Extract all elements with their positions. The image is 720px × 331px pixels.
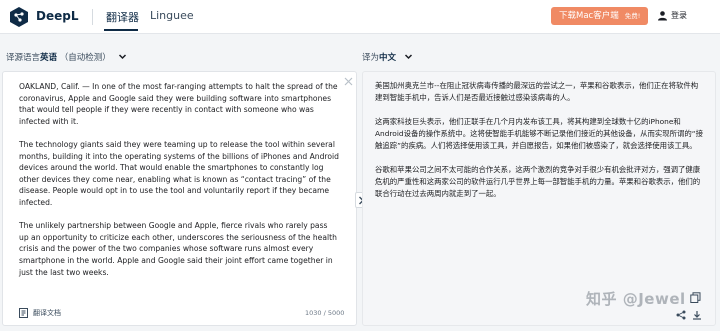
source-textarea[interactable]: OAKLAND, Calif. — In one of the most far… — [19, 81, 339, 290]
active-tab-indicator — [104, 29, 138, 31]
download-mac-button[interactable]: 下载Mac客户端 免费! — [551, 7, 648, 25]
source-prefix: 译源语言 — [6, 53, 41, 63]
source-paragraph: The unlikely partnership between Google … — [19, 221, 337, 277]
target-paragraph: 谷歌和苹果公司之间不太可能的合作关系，这两个激烈的竞争对手很少有机会批评对方，强… — [375, 165, 701, 198]
download-button-label: 下载Mac客户端 — [559, 11, 619, 21]
clear-text-icon[interactable] — [344, 77, 353, 86]
source-language-selector[interactable]: 译源语言英语 （自动检测） — [6, 51, 127, 63]
brand-name[interactable]: DeepL — [36, 9, 78, 23]
source-language: 英语 — [40, 53, 58, 63]
watermark: 知乎 @Jewel — [586, 290, 686, 308]
character-counter: 1030 / 5000 — [305, 309, 345, 317]
top-bar: DeepL 翻译器 Linguee 下载Mac客户端 免费! 登录 — [0, 0, 720, 34]
deepl-logo-icon[interactable] — [8, 6, 30, 28]
target-language: 中文 — [379, 53, 397, 63]
target-prefix: 译为 — [362, 53, 380, 63]
source-text-panel[interactable]: OAKLAND, Calif. — In one of the most far… — [2, 71, 357, 326]
target-paragraph: 美国加州奥克兰市--在阻止冠状病毒传播的最深远的尝试之一，苹果和谷歌表示，他们正… — [375, 81, 699, 102]
language-bar: 译源语言英语 （自动检测） 译为中文 — [0, 46, 720, 68]
login-link[interactable]: 登录 — [671, 10, 687, 21]
target-paragraph: 这两家科技巨头表示，他们正联手在几个月内发布该工具，将其构建到全球数十亿的iPh… — [375, 117, 704, 150]
chevron-down-icon — [404, 54, 412, 60]
source-detect-label: （自动检测） — [59, 53, 111, 63]
header-divider — [92, 9, 93, 25]
target-language-selector[interactable]: 译为中文 — [362, 51, 413, 63]
nav-linguee-tab[interactable]: Linguee — [150, 9, 194, 22]
translation-output[interactable]: 美国加州奥克兰市--在阻止冠状病毒传播的最深远的尝试之一，苹果和谷歌表示，他们正… — [375, 80, 705, 212]
translate-document-button[interactable]: 翻译文档 — [33, 308, 61, 318]
source-paragraph: OAKLAND, Calif. — In one of the most far… — [19, 82, 338, 126]
document-icon[interactable] — [19, 308, 28, 318]
download-icon[interactable] — [692, 310, 702, 320]
chevron-down-icon — [119, 54, 127, 60]
nav-translator-tab[interactable]: 翻译器 — [106, 9, 139, 25]
free-badge: 免费! — [624, 12, 641, 20]
source-paragraph: The technology giants said they were tea… — [19, 139, 339, 207]
share-icon[interactable] — [676, 310, 686, 320]
user-icon[interactable] — [657, 10, 668, 21]
copy-icon[interactable] — [690, 292, 701, 303]
